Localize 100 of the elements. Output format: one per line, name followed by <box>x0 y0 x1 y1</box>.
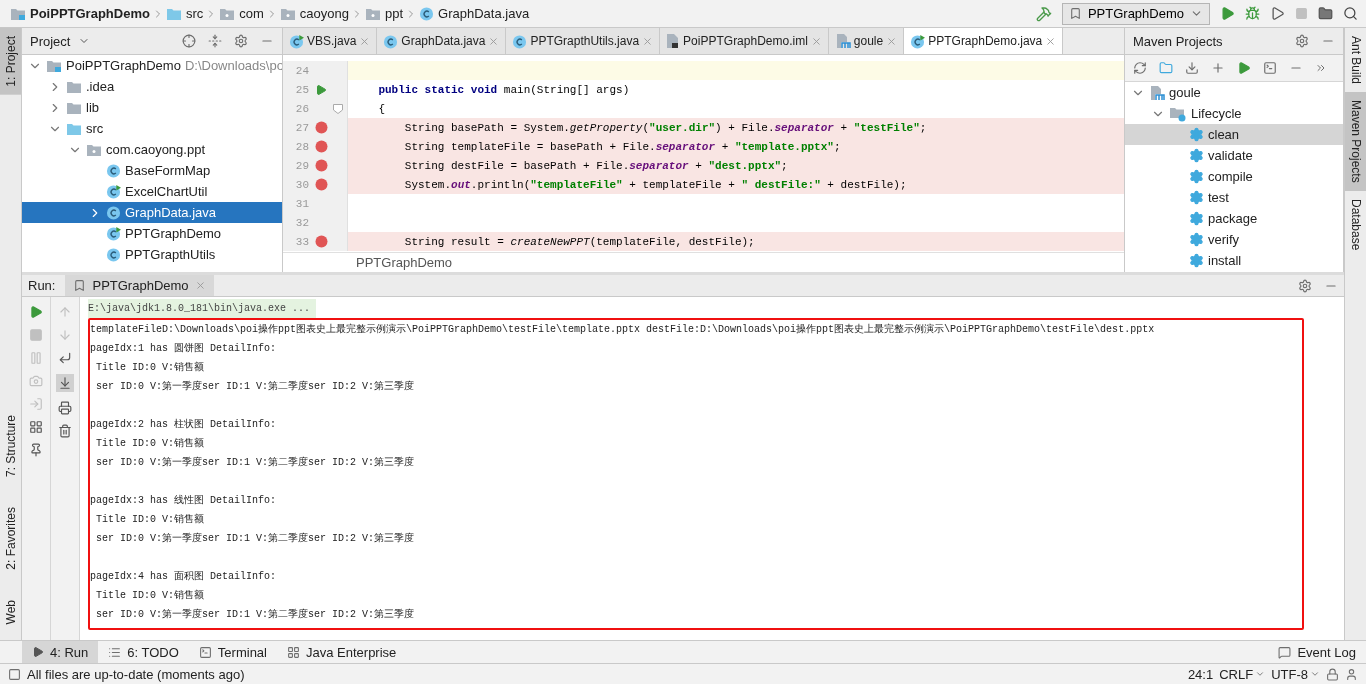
tree-item[interactable]: src <box>22 118 282 139</box>
tool-tab[interactable]: 6: TODO <box>98 641 189 663</box>
tool-window-tab[interactable]: Web <box>0 591 21 632</box>
close-icon[interactable] <box>642 35 654 47</box>
close-icon[interactable] <box>810 35 822 47</box>
breadcrumb-item[interactable]: src <box>163 6 206 21</box>
breadcrumb-item[interactable]: ppt <box>363 6 406 21</box>
run-config-dropdown[interactable]: PPTGraphDemo <box>1061 2 1210 25</box>
tree-item[interactable]: ExcelChartUtil <box>22 181 282 202</box>
breadcrumb-item[interactable]: com <box>217 6 266 21</box>
grid-icon[interactable] <box>287 645 300 659</box>
tree-item[interactable]: package <box>1125 208 1343 229</box>
console-line: pageIdx:2 has 柱状图 DetailInfo: <box>90 417 277 432</box>
tree-item[interactable]: test <box>1125 187 1343 208</box>
wrap-icon[interactable] <box>58 351 72 365</box>
tree-item[interactable]: install <box>1125 250 1343 271</box>
close-icon[interactable] <box>1045 35 1057 47</box>
tree-item[interactable]: lib <box>22 97 282 118</box>
debug-icon[interactable] <box>1245 6 1260 21</box>
tree-item[interactable]: validate <box>1125 145 1343 166</box>
tree-item[interactable]: com.caoyong.ppt <box>22 139 282 160</box>
editor-tab[interactable]: GraphData.java <box>377 28 507 54</box>
gear-icon <box>1189 232 1204 247</box>
editor-tab[interactable]: PPTGrapthUtils.java <box>506 28 661 54</box>
panel-title[interactable]: Project <box>30 33 71 49</box>
download-icon[interactable] <box>1185 61 1199 75</box>
tree-item[interactable]: clean <box>1125 124 1343 145</box>
coverage-icon[interactable] <box>1270 6 1285 21</box>
panel-title: Run: <box>28 278 56 293</box>
tree-item[interactable]: verify <box>1125 229 1343 250</box>
tree-item[interactable]: PPTGrapthUtils <box>22 244 282 265</box>
breakpoint-icon[interactable] <box>314 159 328 172</box>
breakpoint-icon[interactable] <box>314 121 328 134</box>
print-icon[interactable] <box>58 401 72 415</box>
maven-file-icon <box>1149 84 1165 101</box>
editor-tab[interactable]: PPTGraphDemo.java <box>904 28 1064 54</box>
tree-item[interactable]: GraphData.java <box>22 202 282 223</box>
close-icon[interactable] <box>886 35 898 47</box>
tree-item[interactable]: PPTGraphDemo <box>22 223 282 244</box>
search-icon[interactable] <box>1343 6 1358 21</box>
settings-icon[interactable] <box>1295 34 1309 48</box>
run-icon[interactable] <box>315 83 327 96</box>
tool-window-tab[interactable]: 1: Project <box>0 28 21 95</box>
editor-tab[interactable]: PoiPPTGraphDemo.iml <box>660 28 829 54</box>
folder-icon[interactable] <box>1318 6 1333 21</box>
tree-item[interactable]: BaseFormMap <box>22 160 282 181</box>
editor-tab[interactable]: VBS.java <box>283 28 378 54</box>
run-icon[interactable] <box>1237 61 1251 75</box>
breadcrumb-item[interactable]: PPTGraphDemo <box>356 255 453 270</box>
lock-icon[interactable] <box>1326 667 1339 681</box>
tool-tab[interactable]: 4: Run <box>22 641 99 663</box>
tool-tab[interactable]: Java Enterprise <box>277 641 407 663</box>
rerun-icon[interactable] <box>29 305 43 319</box>
encoding-selector[interactable]: UTF-8 <box>1271 666 1320 682</box>
square-icon[interactable] <box>8 667 21 681</box>
scroll-to-end-button[interactable] <box>56 374 74 392</box>
tree-item[interactable]: .idea <box>22 76 282 97</box>
event-log-tab[interactable]: Event Log <box>1268 641 1366 663</box>
fold-icon[interactable] <box>333 103 343 114</box>
more-icon[interactable] <box>1315 62 1327 74</box>
line-separator-selector[interactable]: CRLF <box>1219 666 1266 682</box>
breadcrumb-item[interactable]: caoyong <box>277 6 351 21</box>
terminal-icon[interactable] <box>1263 61 1277 75</box>
tool-window-tab[interactable]: Ant Build <box>1345 28 1366 93</box>
user-icon[interactable] <box>1345 667 1358 681</box>
pin-icon[interactable] <box>29 443 43 457</box>
close-icon[interactable] <box>359 35 371 47</box>
editor-tab[interactable]: goule <box>828 28 905 54</box>
gear-icon <box>1189 148 1204 163</box>
tree-item[interactable]: goule <box>1125 82 1343 103</box>
tool-window-tab[interactable]: 2: Favorites <box>0 498 21 578</box>
close-icon[interactable] <box>488 35 500 47</box>
run-tab[interactable]: PPTGraphDemo <box>65 275 214 296</box>
tool-window-tab[interactable]: Maven Projects <box>1345 92 1366 191</box>
class-icon <box>512 33 528 49</box>
breakpoint-icon[interactable] <box>314 140 328 153</box>
breadcrumb-item[interactable]: PoiPPTGraphDemo <box>8 6 152 21</box>
trash-icon[interactable] <box>58 424 72 438</box>
close-icon[interactable] <box>194 280 206 291</box>
tool-window-tab[interactable]: 7: Structure <box>0 406 21 485</box>
run-icon[interactable] <box>1220 6 1235 21</box>
crosshair-icon[interactable] <box>182 34 196 48</box>
breakpoint-icon[interactable] <box>314 235 328 248</box>
breadcrumb-item[interactable]: GraphData.java <box>417 6 532 21</box>
collapse-icon[interactable] <box>208 34 222 48</box>
tree-item[interactable]: compile <box>1125 166 1343 187</box>
tool-window-tab[interactable]: Database <box>1345 190 1366 259</box>
settings-icon[interactable] <box>234 34 248 48</box>
terminal-icon[interactable] <box>198 645 212 659</box>
tree-item[interactable]: Lifecycle <box>1125 103 1343 124</box>
caret-position[interactable]: 24:1 <box>1187 666 1214 682</box>
tool-tab[interactable]: Terminal <box>188 641 277 663</box>
breakpoint-icon[interactable] <box>314 178 328 191</box>
settings-icon[interactable] <box>1298 278 1312 293</box>
layout-icon[interactable] <box>29 420 43 434</box>
add-icon[interactable] <box>1211 61 1225 75</box>
refresh-icon[interactable] <box>1133 61 1147 75</box>
list-icon[interactable] <box>108 645 122 659</box>
hammer-icon[interactable] <box>1035 5 1052 22</box>
play-icon[interactable] <box>32 646 44 658</box>
